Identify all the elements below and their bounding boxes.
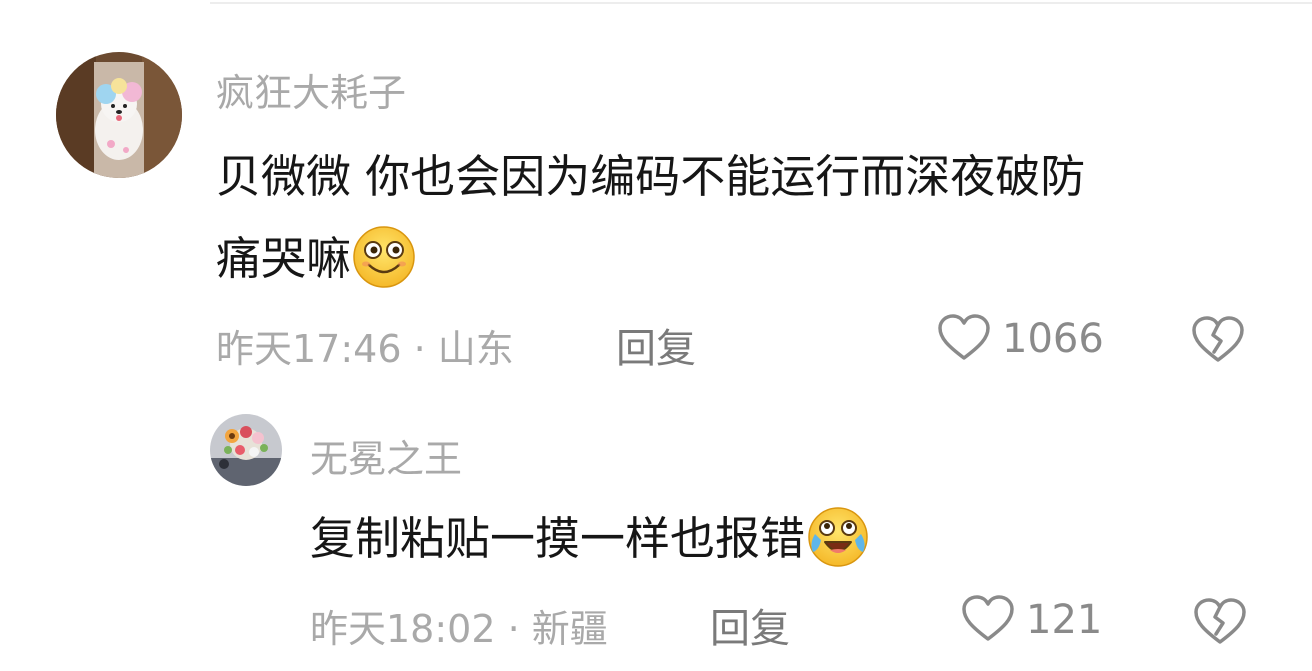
comment-text: 复制粘贴一摸一样也报错 — [310, 502, 871, 570]
avatar[interactable] — [210, 414, 282, 486]
username[interactable]: 无冕之王 — [310, 428, 462, 483]
reply-item: 无冕之王 复制粘贴一摸一样也报错 昨天18:02 · 新疆 回复 121 — [0, 0, 1312, 671]
tears-of-joy-emoji-icon — [805, 504, 871, 570]
comment-text-body: 复制粘贴一摸一样也报错 — [310, 512, 806, 565]
heart-icon — [960, 593, 1016, 647]
like-count: 121 — [1026, 597, 1103, 643]
like-button[interactable]: 121 — [960, 593, 1102, 647]
broken-heart-icon — [1192, 598, 1248, 650]
reply-button[interactable]: 回复 — [710, 596, 790, 654]
dislike-button[interactable] — [1192, 596, 1248, 650]
comment-meta: 昨天18:02 · 新疆 — [310, 607, 608, 651]
